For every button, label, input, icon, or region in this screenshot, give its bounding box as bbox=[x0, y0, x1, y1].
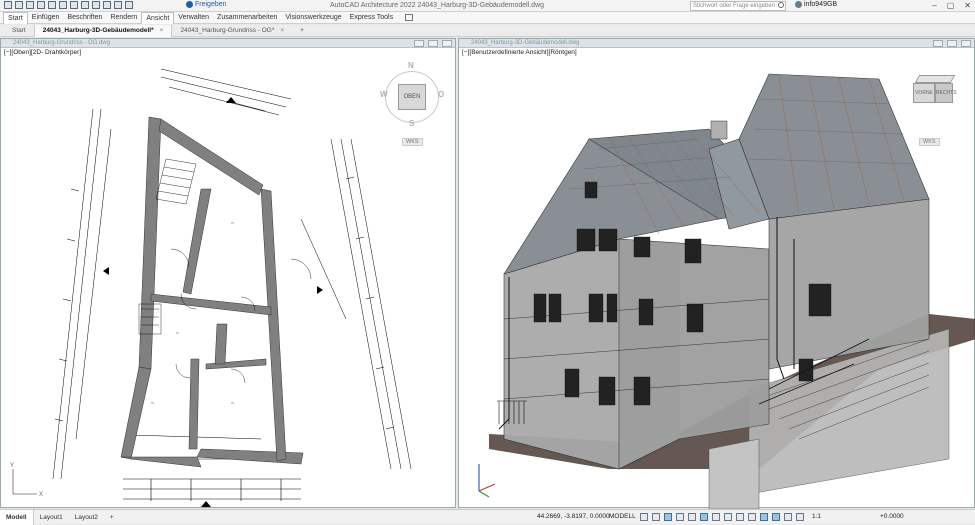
app-menu-icon[interactable] bbox=[4, 1, 12, 9]
autoscale-icon[interactable] bbox=[772, 513, 780, 521]
viewcube-top-face[interactable]: OBEN bbox=[398, 84, 426, 110]
svg-text:Y: Y bbox=[10, 463, 14, 469]
share-icon bbox=[186, 1, 193, 8]
ribbon-minimize-icon[interactable] bbox=[405, 14, 414, 21]
viewcube-front-face[interactable]: VORNE bbox=[913, 83, 935, 103]
doc-tab-floorplan[interactable]: 24043_Harburg-Grundriss - OG* × bbox=[172, 25, 292, 37]
maximize-icon[interactable]: ▢ bbox=[947, 1, 955, 10]
svg-text:▭: ▭ bbox=[231, 221, 234, 225]
close-icon[interactable]: ✕ bbox=[964, 1, 971, 10]
doc-tab-3d-model[interactable]: 24043_Harburg-3D-Gebäudemodell* × bbox=[33, 24, 173, 37]
layout-tab-layout1[interactable]: Layout1 bbox=[34, 510, 69, 525]
undo-icon[interactable] bbox=[92, 1, 100, 9]
print-icon[interactable] bbox=[81, 1, 89, 9]
minimize-icon[interactable]: – bbox=[932, 1, 936, 10]
grid-icon[interactable] bbox=[640, 513, 648, 521]
open-file-icon[interactable] bbox=[26, 1, 34, 9]
svg-text:▭: ▭ bbox=[231, 401, 234, 405]
status-bar: Modell Layout1 Layout2 + 44.2669, -3.819… bbox=[0, 509, 975, 525]
ribbon-tab-express-tools[interactable]: Express Tools bbox=[346, 12, 397, 24]
window-controls: – ▢ ✕ bbox=[932, 1, 971, 10]
ortho-icon[interactable] bbox=[664, 513, 672, 521]
close-tab-icon[interactable]: × bbox=[160, 27, 164, 34]
cloud-open-icon[interactable] bbox=[59, 1, 67, 9]
drafting-settings bbox=[640, 513, 804, 521]
annotation-scale[interactable]: 1:1 bbox=[812, 513, 821, 520]
cursor-coordinates[interactable]: 44.2669, -3.8197, 0.0000 bbox=[537, 513, 610, 520]
ribbon-tab-zusammenarbeiten[interactable]: Zusammenarbeiten bbox=[213, 12, 281, 24]
ribbon-tab-einfuegen[interactable]: Einfügen bbox=[28, 12, 64, 24]
save-icon[interactable] bbox=[37, 1, 45, 9]
quick-access-toolbar bbox=[4, 1, 133, 9]
annotation-scale-icon[interactable] bbox=[784, 513, 792, 521]
viewcube-top-face[interactable] bbox=[914, 75, 956, 83]
share-label: Freigeben bbox=[195, 1, 227, 8]
user-name: info949GB bbox=[804, 1, 838, 8]
add-layout-button[interactable]: + bbox=[104, 510, 120, 525]
workspace-switch-icon[interactable] bbox=[796, 513, 804, 521]
user-account[interactable]: info949GB bbox=[795, 1, 837, 8]
ribbon-tab-visionswerkzeuge[interactable]: Visionswerkzeuge bbox=[281, 12, 345, 24]
title-bar: Freigeben AutoCAD Architecture 2022 2404… bbox=[0, 0, 975, 12]
ribbon-tab-verwalten[interactable]: Verwalten bbox=[174, 12, 213, 24]
close-tab-icon[interactable]: × bbox=[280, 27, 284, 34]
layout-tab-layout2[interactable]: Layout2 bbox=[69, 510, 104, 525]
lineweight-icon[interactable] bbox=[724, 513, 732, 521]
ribbon-tab-rendern[interactable]: Rendern bbox=[106, 12, 141, 24]
compass-south[interactable]: S bbox=[409, 119, 414, 128]
share-button[interactable]: Freigeben bbox=[186, 1, 227, 8]
ribbon-tab-ansicht[interactable]: Ansicht bbox=[141, 11, 175, 24]
svg-text:▭: ▭ bbox=[176, 331, 179, 335]
svg-text:X: X bbox=[39, 492, 43, 498]
annotation-visibility-icon[interactable] bbox=[760, 513, 768, 521]
compass-north[interactable]: N bbox=[408, 61, 414, 70]
redo-icon[interactable] bbox=[103, 1, 111, 9]
ribbon-tab-bar: Start Einfügen Beschriften Rendern Ansic… bbox=[0, 11, 975, 24]
ucs-menu[interactable]: WKS bbox=[919, 138, 940, 146]
ucs-menu[interactable]: WKS bbox=[402, 138, 423, 146]
compass-east[interactable]: O bbox=[438, 90, 444, 99]
user-icon bbox=[795, 1, 802, 8]
selection-cycling-icon[interactable] bbox=[748, 513, 756, 521]
doc-tab-start[interactable]: Start bbox=[4, 25, 34, 37]
doc-tab-label: 24043_Harburg-3D-Gebäudemodell* bbox=[42, 26, 154, 34]
workspace-icon[interactable] bbox=[114, 1, 122, 9]
snap-icon[interactable] bbox=[652, 513, 660, 521]
help-search-input[interactable]: Stichwort oder Frage eingeben bbox=[690, 1, 786, 11]
svg-text:▭: ▭ bbox=[151, 401, 154, 405]
ribbon-tab-start[interactable]: Start bbox=[3, 11, 28, 24]
viewcube[interactable]: VORNE RECHTS bbox=[913, 75, 963, 115]
model-space-toggle[interactable]: MODELL bbox=[609, 513, 636, 520]
new-tab-button[interactable]: + bbox=[292, 25, 312, 37]
customize-icon[interactable] bbox=[125, 1, 133, 9]
doc-tab-label: 24043_Harburg-Grundriss - OG* bbox=[180, 26, 275, 34]
viewport-3d-model[interactable]: 24043_Harburg-3D-Gebäudemodell.dwg [−][B… bbox=[458, 38, 975, 509]
search-icon[interactable] bbox=[778, 2, 784, 8]
viewcube[interactable]: OBEN N S W O bbox=[379, 59, 449, 139]
viewcube-right-face[interactable]: RECHTS bbox=[935, 83, 957, 103]
elevation-value[interactable]: +0.0000 bbox=[880, 513, 904, 520]
building-3d-model bbox=[478, 73, 975, 509]
isodraft-icon[interactable] bbox=[688, 513, 696, 521]
cloud-save-icon[interactable] bbox=[70, 1, 78, 9]
transparency-icon[interactable] bbox=[736, 513, 744, 521]
new-file-icon[interactable] bbox=[15, 1, 23, 9]
save-as-icon[interactable] bbox=[48, 1, 56, 9]
otrack-icon[interactable] bbox=[712, 513, 720, 521]
ribbon-tab-beschriften[interactable]: Beschriften bbox=[63, 12, 106, 24]
layout-tab-model[interactable]: Modell bbox=[0, 509, 34, 525]
compass-west[interactable]: W bbox=[380, 90, 388, 99]
document-tab-bar: Start 24043_Harburg-3D-Gebäudemodell* × 2… bbox=[0, 24, 975, 37]
polar-icon[interactable] bbox=[676, 513, 684, 521]
viewport-floorplan[interactable]: 24043_Harburg-Grundriss - OG.dwg [−][Obe… bbox=[0, 38, 456, 508]
app-title: AutoCAD Architecture 2022 24043_Harburg-… bbox=[330, 2, 545, 9]
osnap-icon[interactable] bbox=[700, 513, 708, 521]
